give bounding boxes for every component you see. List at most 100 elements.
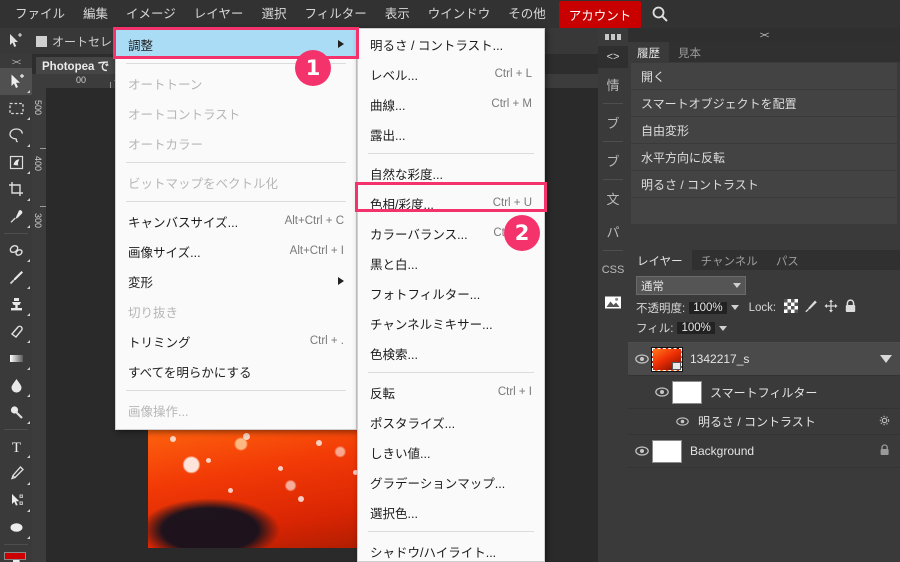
rail-item-info[interactable]: 情 (598, 68, 628, 101)
transparency-lock-icon[interactable] (784, 299, 799, 316)
menu-item-edit[interactable]: 編集 (74, 2, 117, 26)
account-button[interactable]: アカウント (558, 0, 642, 28)
crop-tool[interactable] (0, 176, 32, 203)
toolbar-grip[interactable]: >< (0, 56, 32, 68)
foreground-color-swatch[interactable] (4, 552, 26, 560)
blend-mode-select[interactable]: 通常 (636, 276, 746, 295)
layer-expand-caret-icon[interactable] (880, 355, 892, 363)
menu-item-color-lookup[interactable]: 色検索... (358, 338, 544, 368)
menu-item-black-white[interactable]: 黒と白... (358, 248, 544, 278)
brush-lock-icon[interactable] (804, 299, 818, 316)
menu-item-reveal-all[interactable]: すべてを明らかにする (116, 356, 356, 386)
document-tab[interactable]: Photopea で (36, 57, 116, 74)
rail-item-css[interactable]: CSS (598, 253, 628, 286)
rail-item-image-icon[interactable] (598, 286, 628, 319)
menu-item-hue-saturation[interactable]: 色相/彩度... Ctrl + U (358, 188, 544, 218)
path-select-tool[interactable] (0, 487, 32, 514)
history-item-empty[interactable] (631, 198, 897, 224)
menu-item-curves[interactable]: 曲線... Ctrl + M (358, 89, 544, 119)
menu-item-vectorize-bitmap[interactable]: ビットマップをベクトル化 (116, 167, 356, 197)
eraser-tool[interactable] (0, 318, 32, 345)
magic-wand-tool[interactable] (0, 149, 32, 176)
history-item-flip-horizontal[interactable]: 水平方向に反転 (631, 144, 897, 170)
rail-item-properties[interactable]: ブ (598, 144, 628, 177)
blur-tool[interactable] (0, 372, 32, 399)
shape-tool[interactable] (0, 514, 32, 541)
menu-item-threshold[interactable]: しきい値... (358, 437, 544, 467)
menu-item-vibrance[interactable]: 自然な彩度... (358, 158, 544, 188)
menu-item-apply-image[interactable]: 画像操作... (116, 395, 356, 425)
menu-item-gradient-map[interactable]: グラデーションマップ... (358, 467, 544, 497)
menu-item-file[interactable]: ファイル (6, 2, 74, 26)
layer-row-brightness-contrast[interactable]: 明るさ / コントラスト (628, 409, 900, 435)
menu-item-channel-mixer[interactable]: チャンネルミキサー... (358, 308, 544, 338)
gradient-tool[interactable] (0, 345, 32, 372)
rail-item-code[interactable]: <> (598, 46, 628, 68)
clone-stamp-tool[interactable] (0, 291, 32, 318)
menu-item-invert[interactable]: 反転 Ctrl + I (358, 377, 544, 407)
smart-filter-visibility-icon[interactable] (654, 387, 670, 397)
menu-item-window[interactable]: ウインドウ (419, 2, 500, 26)
history-item-open[interactable]: 開く (631, 63, 897, 89)
menu-item-brightness-contrast[interactable]: 明るさ / コントラスト... (358, 29, 544, 59)
menu-item-auto-color[interactable]: オートカラー (116, 128, 356, 158)
background-visibility-icon[interactable] (634, 446, 650, 456)
menu-item-shadows-highlights[interactable]: シャドウ/ハイライト... (358, 536, 544, 562)
brush-tool[interactable] (0, 264, 32, 291)
layer-row-background[interactable]: Background (628, 435, 900, 468)
fill-value[interactable]: 100% (677, 322, 715, 334)
menu-item-image-size[interactable]: 画像サイズ... Alt+Ctrl + I (116, 236, 356, 266)
history-item-place-smart-object[interactable]: スマートオブジェクトを配置 (631, 90, 897, 116)
menu-item-layer[interactable]: レイヤー (185, 2, 253, 26)
eyedropper-tool[interactable] (0, 203, 32, 230)
smart-filter-mask-thumbnail[interactable] (672, 380, 702, 404)
filter-settings-icon[interactable] (879, 415, 890, 429)
opacity-caret-icon[interactable] (730, 305, 739, 310)
move-tool[interactable] (0, 68, 32, 95)
menu-item-transform[interactable]: 変形 (116, 266, 356, 296)
rail-item-paragraph[interactable]: パ (598, 215, 628, 248)
history-panel-grip[interactable]: >< (628, 28, 900, 42)
autoselect-checkbox[interactable] (36, 35, 47, 47)
marquee-tool[interactable] (0, 95, 32, 122)
menu-item-crop[interactable]: 切り抜き (116, 296, 356, 326)
tab-swatches[interactable]: 見本 (669, 42, 710, 62)
tab-channels[interactable]: チャンネル (692, 250, 767, 270)
rail-icon-align[interactable] (598, 28, 628, 46)
type-tool[interactable]: T (0, 433, 32, 460)
opacity-value[interactable]: 100% (689, 301, 727, 314)
menu-item-filter[interactable]: フィルター (295, 2, 375, 26)
healing-brush-tool[interactable] (0, 237, 32, 264)
history-item-brightness-contrast[interactable]: 明るさ / コントラスト (631, 171, 897, 197)
menu-item-select[interactable]: 選択 (252, 2, 295, 26)
lock-all-icon[interactable] (844, 299, 857, 316)
layer-thumbnail[interactable] (651, 346, 683, 372)
tab-layers[interactable]: レイヤー (628, 250, 692, 270)
menu-item-exposure[interactable]: 露出... (358, 119, 544, 149)
layer-row-1342217-s[interactable]: 1342217_s (628, 343, 900, 376)
menu-item-canvas-size[interactable]: キャンバスサイズ... Alt+Ctrl + C (116, 206, 356, 236)
tab-paths[interactable]: パス (767, 250, 808, 270)
search-icon[interactable] (651, 5, 669, 23)
lasso-tool[interactable] (0, 122, 32, 149)
fill-caret-icon[interactable] (718, 325, 727, 331)
layer-visibility-icon[interactable] (634, 354, 650, 364)
menu-item-image[interactable]: イメージ (117, 2, 185, 26)
layer-row-smart-filter[interactable]: スマートフィルター (628, 376, 900, 409)
menu-item-photo-filter[interactable]: フォトフィルター... (358, 278, 544, 308)
menu-item-selective-color[interactable]: 選択色... (358, 497, 544, 527)
move-tool-icon[interactable] (4, 31, 26, 51)
rail-item-brushes[interactable]: ブ (598, 106, 628, 139)
menu-item-auto-contrast[interactable]: オートコントラスト (116, 98, 356, 128)
menu-item-trim[interactable]: トリミング Ctrl + . (116, 326, 356, 356)
menu-item-more[interactable]: その他 (499, 2, 555, 26)
menu-item-posterize[interactable]: ポスタライズ... (358, 407, 544, 437)
pen-tool[interactable] (0, 460, 32, 487)
background-thumbnail[interactable] (652, 439, 682, 463)
dodge-tool[interactable] (0, 399, 32, 426)
move-lock-icon[interactable] (824, 299, 838, 316)
menu-item-view[interactable]: 表示 (376, 2, 419, 26)
menu-item-levels[interactable]: レベル... Ctrl + L (358, 59, 544, 89)
history-item-free-transform[interactable]: 自由変形 (631, 117, 897, 143)
rail-item-character[interactable]: 文 (598, 182, 628, 215)
